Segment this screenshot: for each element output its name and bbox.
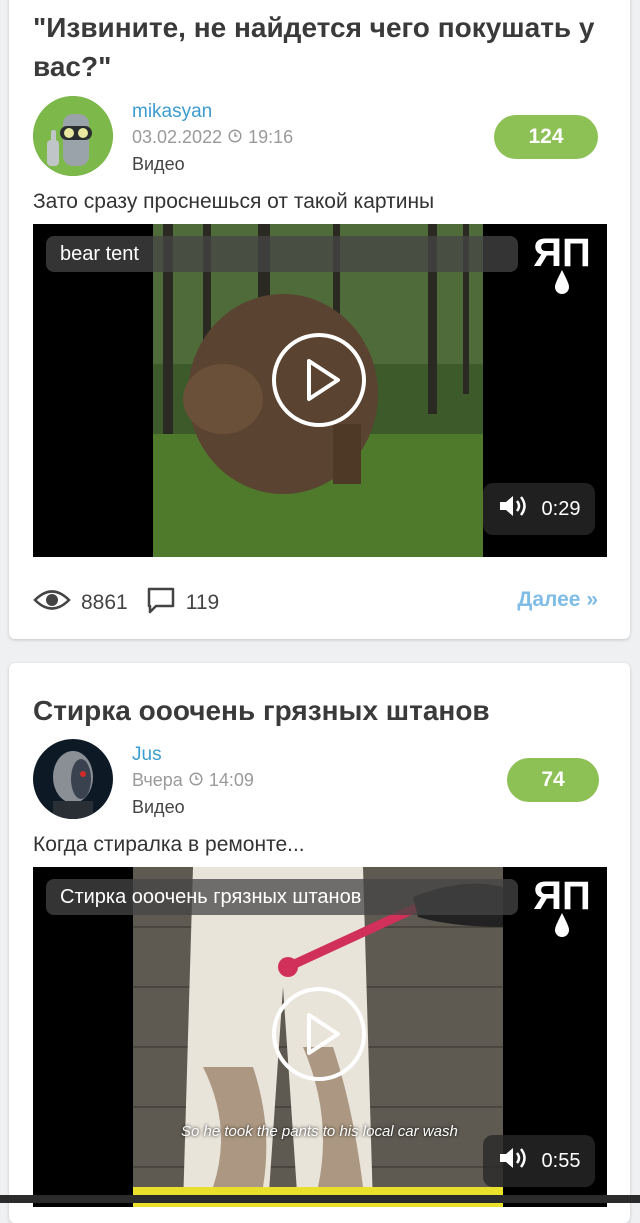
video-player[interactable]: Стирка ооочень грязных штанов ЯП So he t… <box>33 867 607 1207</box>
video-title: Стирка ооочень грязных штанов <box>46 879 518 915</box>
views-count: 8861 <box>81 591 128 614</box>
post-time: 14:09 <box>208 770 254 790</box>
video-controls[interactable]: 0:29 <box>483 483 595 535</box>
post-date: 03.02.2022 <box>132 127 223 147</box>
comment-icon[interactable] <box>146 586 176 620</box>
video-title: bear tent <box>46 236 518 272</box>
eye-icon <box>33 589 71 617</box>
clock-icon <box>189 770 203 791</box>
video-subtitle: So he took the pants to his local car wa… <box>181 1123 458 1140</box>
post-stats: 8861 119 <box>33 586 219 620</box>
post-type: Видео <box>132 154 185 174</box>
play-button[interactable] <box>272 333 366 427</box>
video-duration: 0:29 <box>541 497 581 520</box>
post-date: Вчера <box>132 770 183 790</box>
post-title[interactable]: "Извините, не найдется чего покушать у в… <box>33 8 613 86</box>
play-icon <box>307 359 340 401</box>
clock-icon <box>228 127 242 148</box>
comments-count[interactable]: 119 <box>186 591 219 615</box>
avatar[interactable] <box>33 96 113 176</box>
rating-badge[interactable]: 124 <box>494 115 598 159</box>
volume-icon[interactable] <box>498 493 528 525</box>
play-button[interactable] <box>272 987 366 1081</box>
site-logo-icon: ЯП <box>529 231 595 294</box>
volume-icon[interactable] <box>498 1145 528 1177</box>
post-description: Когда стиралка в ремонте... <box>33 833 305 856</box>
video-duration: 0:55 <box>541 1149 581 1172</box>
post-time: 19:16 <box>248 127 294 147</box>
system-nav-bar <box>0 1195 640 1203</box>
post-title[interactable]: Стирка ооочень грязных штанов <box>33 691 613 730</box>
author-link[interactable]: Jus <box>132 744 162 766</box>
read-more-link[interactable]: Далее » <box>517 588 598 612</box>
rating-badge[interactable]: 74 <box>507 758 599 802</box>
post-meta: Вчера 14:09 <box>132 770 254 791</box>
post-type: Видео <box>132 797 185 817</box>
avatar[interactable] <box>33 739 113 819</box>
logo-text: ЯП <box>533 232 591 275</box>
logo-text: ЯП <box>533 875 591 918</box>
video-controls[interactable]: 0:55 <box>483 1135 595 1187</box>
post-meta: 03.02.2022 19:16 <box>132 127 293 148</box>
site-logo-icon: ЯП <box>529 874 595 937</box>
post-card: Стирка ооочень грязных штанов Jus Вчера … <box>9 663 630 1223</box>
author-link[interactable]: mikasyan <box>132 101 212 123</box>
post-card: "Извините, не найдется чего покушать у в… <box>9 0 630 639</box>
play-icon <box>307 1013 340 1055</box>
video-player[interactable]: bear tent ЯП 0:29 <box>33 224 607 557</box>
post-description: Зато сразу проснешься от такой картины <box>33 190 435 213</box>
